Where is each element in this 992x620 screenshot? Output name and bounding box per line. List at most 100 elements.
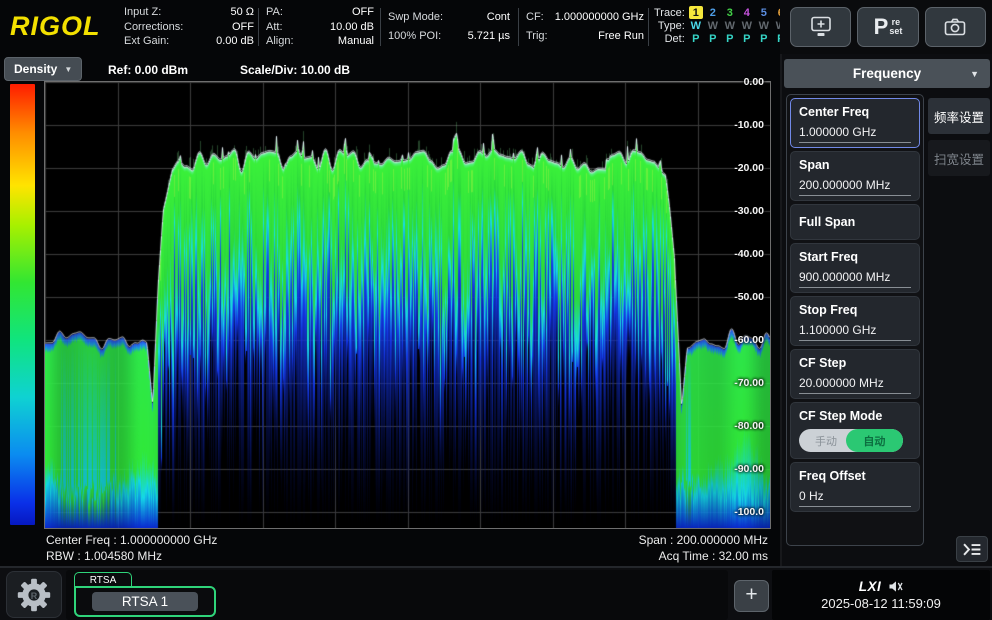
trace-3[interactable]: 3 [727, 7, 733, 19]
ref-level-text: Ref: 0.00 dBm [108, 63, 188, 77]
menu-item-start-freq[interactable]: Start Freq 900.000000 MHz [790, 243, 920, 293]
divider [380, 8, 381, 46]
gear-icon: R [15, 576, 53, 614]
trace-row-label: Type: [658, 20, 687, 32]
info-label: Align: [266, 34, 294, 49]
scale-div-text: Scale/Div: 10.00 dB [240, 63, 350, 77]
trace-type-4[interactable]: W [742, 20, 752, 32]
menu-expand-button[interactable] [956, 536, 988, 562]
trace-row-label: Trace: [654, 7, 687, 19]
menu-item-freq-offset[interactable]: Freq Offset 0 Hz [790, 462, 920, 512]
trace-type-3[interactable]: W [725, 20, 735, 32]
start-freq-value[interactable]: 900.000000 MHz [799, 270, 911, 288]
system-status[interactable]: LXI 2025-08-12 11:59:09 [772, 570, 990, 620]
lxi-row: LXI [859, 579, 904, 594]
info-value: Manual [338, 34, 374, 49]
info-value: Cont [487, 8, 510, 27]
spectrum-display [44, 81, 771, 529]
speaker-muted-icon [888, 580, 903, 593]
cf-trigger-group: CF: 1.000000000 GHz Trig: Free Run [526, 4, 644, 50]
span-annotation: Span : 200.000000 MHz [639, 533, 768, 547]
screenshot-button[interactable] [925, 7, 986, 47]
chevron-down-icon: ▼ [64, 65, 72, 74]
info-label: Att: [266, 20, 283, 35]
center-freq-value[interactable]: 1.000000 GHz [799, 125, 911, 143]
info-label: Corrections: [124, 20, 183, 35]
trace-type-2[interactable]: W [708, 20, 718, 32]
camera-icon [942, 15, 968, 39]
freq-offset-value[interactable]: 0 Hz [799, 489, 911, 507]
tab-span-settings[interactable]: 扫宽设置 [928, 140, 990, 176]
trace-type-5[interactable]: W [759, 20, 769, 32]
info-label: Ext Gain: [124, 34, 169, 49]
trace-4[interactable]: 4 [744, 7, 750, 19]
info-value: 50 Ω [230, 5, 254, 20]
cf-step-value[interactable]: 20.000000 MHz [799, 376, 911, 394]
trace-1[interactable]: 1 [689, 6, 703, 19]
svg-text:R: R [31, 590, 38, 600]
acq-time-annotation: Acq Time : 32.00 ms [659, 549, 768, 563]
task-strip: RTSA RTSA 1 [66, 570, 728, 620]
info-value: OFF [232, 20, 254, 35]
trace-2[interactable]: 2 [710, 7, 716, 19]
density-dropdown[interactable]: Density ▼ [4, 57, 82, 81]
status-header: RIGOL Input Z: 50 Ω Corrections: OFF Ext G… [0, 0, 780, 54]
info-value: 5.721 µs [468, 27, 510, 46]
multi-view-button[interactable] [790, 7, 851, 47]
system-gear-button[interactable]: R [6, 571, 62, 618]
span-value[interactable]: 200.000000 MHz [799, 178, 911, 196]
toggle-manual-option[interactable]: 手动 [799, 429, 853, 452]
add-task-button[interactable]: + [734, 580, 769, 612]
center-freq-annotation: Center Freq : 1.000000000 GHz [46, 533, 217, 547]
divider [518, 8, 519, 46]
density-colorbar [10, 84, 35, 525]
density-label: Density [14, 62, 57, 76]
trace-det-1[interactable]: P [692, 33, 699, 45]
stop-freq-value[interactable]: 1.100000 GHz [799, 323, 911, 341]
trace-5[interactable]: 5 [761, 7, 767, 19]
rigol-logo: RIGOL [10, 11, 101, 42]
input-settings-group: Input Z:50 Ω Corrections:OFF Ext Gain:0.… [124, 4, 254, 50]
header-buttons: Preset [780, 0, 992, 54]
trace-det-2[interactable]: P [709, 33, 716, 45]
trace-det-3[interactable]: P [726, 33, 733, 45]
divider [258, 8, 259, 46]
info-label: 100% POI: [388, 27, 441, 46]
info-value: Free Run [598, 27, 644, 46]
rtsa-mode-tab[interactable]: RTSA [74, 572, 132, 587]
info-label: PA: [266, 5, 283, 20]
menu-item-cf-step-mode[interactable]: CF Step Mode 手动 自动 [790, 402, 920, 459]
trace-det-5[interactable]: P [760, 33, 767, 45]
menu-title-dropdown[interactable]: Frequency ▼ [784, 59, 990, 88]
trace-row-label: Det: [665, 33, 687, 45]
info-label: CF: [526, 8, 544, 27]
divider [648, 8, 649, 46]
info-label: Swp Mode: [388, 8, 443, 27]
menu-item-center-freq[interactable]: Center Freq 1.000000 GHz [790, 98, 920, 148]
menu-item-cf-step[interactable]: CF Step 20.000000 MHz [790, 349, 920, 399]
menu-expand-icon [962, 542, 982, 557]
sweep-group: Swp Mode: Cont 100% POI: 5.721 µs [388, 4, 510, 50]
info-value: 10.00 dB [330, 20, 374, 35]
menu-title-label: Frequency [853, 66, 921, 81]
info-label: Trig: [526, 27, 548, 46]
menu-item-full-span[interactable]: Full Span [790, 204, 920, 240]
info-label: Input Z: [124, 5, 161, 20]
datetime: 2025-08-12 11:59:09 [821, 596, 941, 611]
menu-item-span[interactable]: Span 200.000000 MHz [790, 151, 920, 201]
rbw-annotation: RBW : 1.004580 MHz [46, 549, 162, 563]
attenuation-group: PA:OFF Att:10.00 dB Align:Manual [266, 4, 374, 50]
rtsa-task-label: RTSA 1 [92, 592, 198, 611]
tab-frequency-settings[interactable]: 频率设置 [928, 98, 990, 134]
trace-type-1[interactable]: W [691, 20, 701, 32]
trace-indicators: Trace:123456Type:WWWWWWDet:PPPPPP [654, 6, 778, 45]
info-value: 1.000000000 GHz [555, 8, 644, 27]
trace-det-4[interactable]: P [743, 33, 750, 45]
rigol-rtsa-screen: RIGOL Input Z: 50 Ω Corrections: OFF Ext G… [0, 0, 992, 620]
preset-label: Preset [874, 14, 903, 40]
menu-item-stop-freq[interactable]: Stop Freq 1.100000 GHz [790, 296, 920, 346]
toggle-auto-option[interactable]: 自动 [846, 429, 903, 452]
cf-step-mode-toggle[interactable]: 手动 自动 [799, 429, 903, 452]
preset-button[interactable]: Preset [857, 7, 918, 47]
rtsa-task-button[interactable]: RTSA 1 [74, 586, 216, 617]
